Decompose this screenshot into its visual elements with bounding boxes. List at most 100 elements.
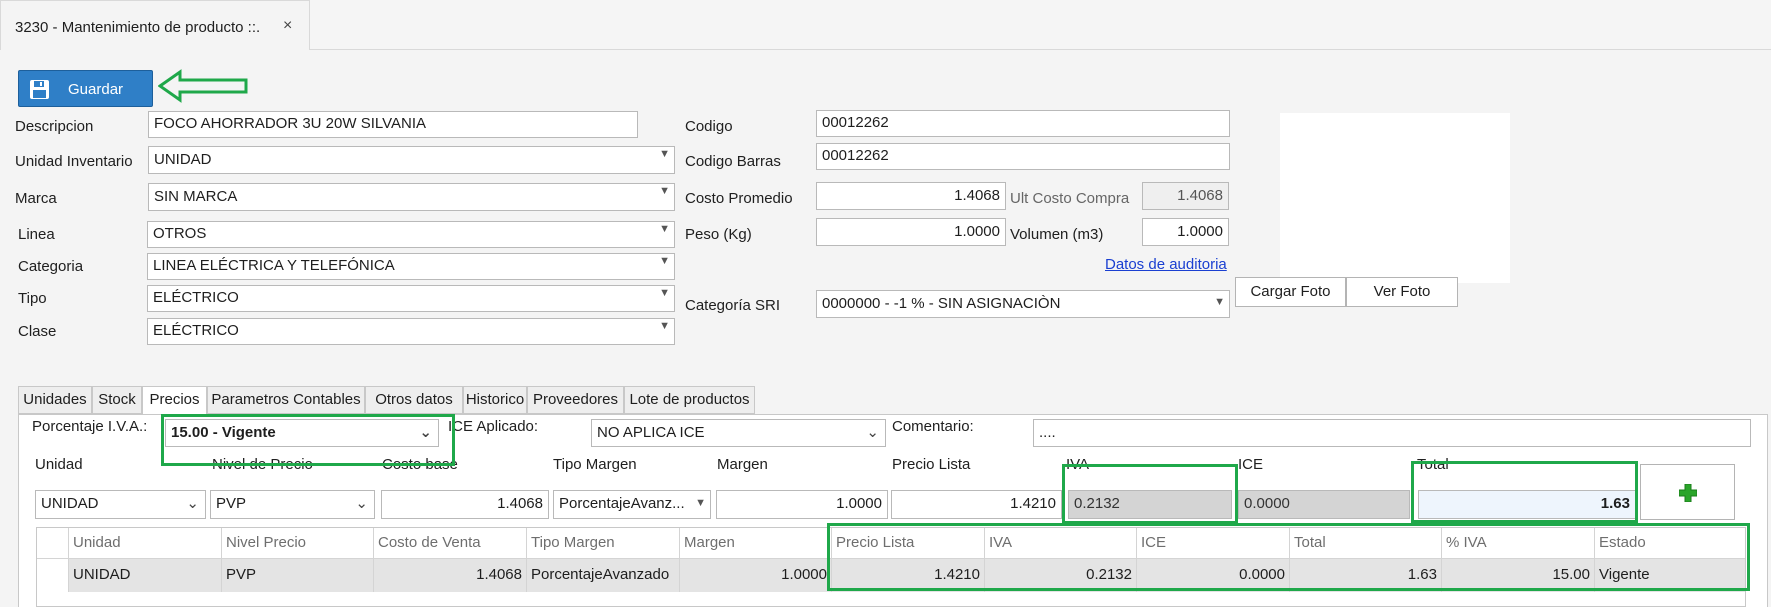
unidad-inventario-select[interactable]: UNIDAD ▼ <box>148 146 675 174</box>
table-cell[interactable]: 1.0000 <box>680 559 832 592</box>
table-cell[interactable]: 0.2132 <box>985 559 1137 592</box>
linea-select[interactable]: OTROS ▼ <box>147 221 675 248</box>
categoria-select[interactable]: LINEA ELÉCTRICA Y TELEFÓNICA ▼ <box>147 253 675 280</box>
dropdown-arrow-icon[interactable]: ▼ <box>659 185 670 197</box>
volumen-input[interactable]: 1.0000 <box>1142 218 1229 246</box>
ice-label: ICE <box>1238 456 1264 473</box>
categoria-sri-select[interactable]: 0000000 - -1 % - SIN ASIGNACIÒN ▼ <box>816 290 1230 318</box>
cargar-foto-button[interactable]: Cargar Foto <box>1235 277 1346 307</box>
descripcion-input[interactable]: FOCO AHORRADOR 3U 20W SILVANIA <box>148 111 638 138</box>
tab-parametros-contables[interactable]: Parametros Contables <box>207 386 365 414</box>
grid-header-tipo-margen[interactable]: Tipo Margen <box>527 528 680 559</box>
ice-aplicado-select[interactable]: NO APLICA ICE ⌄ <box>591 419 886 447</box>
grid-header-unidad[interactable]: Unidad <box>69 528 222 559</box>
table-cell[interactable]: 0.0000 <box>1137 559 1290 592</box>
categoria-value: LINEA ELÉCTRICA Y TELEFÓNICA <box>153 257 395 274</box>
table-cell[interactable]: UNIDAD <box>69 559 222 592</box>
save-button[interactable]: Guardar <box>18 70 153 107</box>
dropdown-arrow-icon[interactable]: ▼ <box>659 223 670 235</box>
clase-label: Clase <box>18 323 57 340</box>
unidad-select[interactable]: UNIDAD ⌄ <box>35 490 206 519</box>
table-cell[interactable]: PVP <box>222 559 374 592</box>
peso-input[interactable]: 1.0000 <box>816 218 1006 246</box>
chevron-down-icon[interactable]: ⌄ <box>866 423 879 441</box>
porcentaje-iva-select[interactable]: 15.00 - Vigente ⌄ <box>165 419 439 447</box>
grid-header-ice[interactable]: ICE <box>1137 528 1290 559</box>
datos-auditoria-link[interactable]: Datos de auditoria <box>1105 256 1227 273</box>
table-cell[interactable]: Vigente <box>1595 559 1745 592</box>
dropdown-arrow-icon[interactable]: ▼ <box>659 320 670 332</box>
tab-lote-de-productos[interactable]: Lote de productos <box>624 386 755 414</box>
marca-select[interactable]: SIN MARCA ▼ <box>148 183 675 211</box>
marca-value: SIN MARCA <box>154 188 238 205</box>
dropdown-arrow-icon[interactable]: ▼ <box>659 287 670 299</box>
unidad-inventario-label: Unidad Inventario <box>15 153 133 170</box>
add-price-button[interactable] <box>1640 464 1735 520</box>
prices-grid[interactable]: Unidad Nivel Precio Costo de Venta Tipo … <box>36 527 1746 607</box>
tab-stock[interactable]: Stock <box>92 386 142 414</box>
unidad-value: UNIDAD <box>41 495 99 512</box>
row-indicator[interactable] <box>37 559 69 592</box>
comentario-label: Comentario: <box>892 418 974 435</box>
table-cell[interactable]: PorcentajeAvanzado <box>527 559 680 592</box>
table-cell[interactable]: 1.63 <box>1290 559 1442 592</box>
grid-header-costo-venta[interactable]: Costo de Venta <box>374 528 527 559</box>
close-icon[interactable]: × <box>283 17 292 35</box>
dropdown-arrow-icon[interactable]: ▼ <box>695 497 706 509</box>
product-photo-area <box>1280 113 1510 283</box>
chevron-down-icon[interactable]: ⌄ <box>186 494 199 512</box>
codigo-input[interactable]: 00012262 <box>816 110 1230 137</box>
grid-header-estado[interactable]: Estado <box>1595 528 1745 559</box>
peso-label: Peso (Kg) <box>685 226 752 243</box>
table-cell[interactable]: 15.00 <box>1442 559 1595 592</box>
codigo-barras-label: Codigo Barras <box>685 153 781 170</box>
tipo-select[interactable]: ELÉCTRICO ▼ <box>147 285 675 312</box>
categoria-sri-value: 0000000 - -1 % - SIN ASIGNACIÒN <box>822 295 1061 312</box>
margen-input[interactable]: 1.0000 <box>716 490 888 519</box>
chevron-down-icon[interactable]: ⌄ <box>355 494 368 512</box>
costo-promedio-input[interactable]: 1.4068 <box>816 182 1006 210</box>
nivel-precio-select[interactable]: PVP ⌄ <box>210 490 375 519</box>
codigo-barras-input[interactable]: 00012262 <box>816 143 1230 170</box>
grid-header-total[interactable]: Total <box>1290 528 1442 559</box>
tab-historico[interactable]: Historico <box>463 386 527 414</box>
tab-unidades[interactable]: Unidades <box>18 386 92 414</box>
costo-base-input[interactable]: 1.4068 <box>381 490 549 519</box>
total-label: Total <box>1417 456 1449 473</box>
table-cell[interactable]: 1.4210 <box>832 559 985 592</box>
iva-input: 0.2132 <box>1068 490 1232 519</box>
linea-value: OTROS <box>153 225 207 242</box>
table-cell[interactable]: 1.4068 <box>374 559 527 592</box>
tab-otros-datos[interactable]: Otros datos <box>365 386 463 414</box>
dropdown-arrow-icon[interactable]: ▼ <box>1214 296 1225 308</box>
porcentaje-iva-value: 15.00 - Vigente <box>171 424 276 441</box>
clase-select[interactable]: ELÉCTRICO ▼ <box>147 318 675 345</box>
comentario-input[interactable]: .... <box>1033 419 1751 447</box>
plus-icon <box>1679 484 1697 502</box>
grid-indicator-header <box>37 528 69 559</box>
dropdown-arrow-icon[interactable]: ▼ <box>659 255 670 267</box>
tipo-margen-label: Tipo Margen <box>553 456 637 473</box>
tipo-label: Tipo <box>18 290 47 307</box>
save-button-label: Guardar <box>68 81 124 98</box>
ver-foto-button[interactable]: Ver Foto <box>1346 277 1458 307</box>
tab-precios[interactable]: Precios <box>142 386 207 415</box>
tab-proveedores[interactable]: Proveedores <box>527 386 624 414</box>
ult-costo-compra-input: 1.4068 <box>1142 182 1229 210</box>
dropdown-arrow-icon[interactable]: ▼ <box>659 148 670 160</box>
grid-header-nivel-precio[interactable]: Nivel Precio <box>222 528 374 559</box>
chevron-down-icon[interactable]: ⌄ <box>419 423 432 441</box>
annotation-arrow <box>158 69 248 103</box>
grid-header-porcentaje-iva[interactable]: % IVA <box>1442 528 1595 559</box>
document-tab[interactable]: 3230 - Mantenimiento de producto ::. × <box>0 0 310 51</box>
document-tab-title: 3230 - Mantenimiento de producto ::. <box>15 19 261 36</box>
unidad-label: Unidad <box>35 456 83 473</box>
grid-header-margen[interactable]: Margen <box>680 528 832 559</box>
nivel-precio-label: Nivel de Precio <box>212 456 313 473</box>
iva-label: IVA <box>1066 456 1090 473</box>
tipo-margen-select[interactable]: PorcentajeAvanz... ▼ <box>553 490 711 519</box>
grid-header-precio-lista[interactable]: Precio Lista <box>832 528 985 559</box>
grid-header-iva[interactable]: IVA <box>985 528 1137 559</box>
ult-costo-compra-label: Ult Costo Compra <box>1010 190 1130 207</box>
precio-lista-input[interactable]: 1.4210 <box>891 490 1062 519</box>
